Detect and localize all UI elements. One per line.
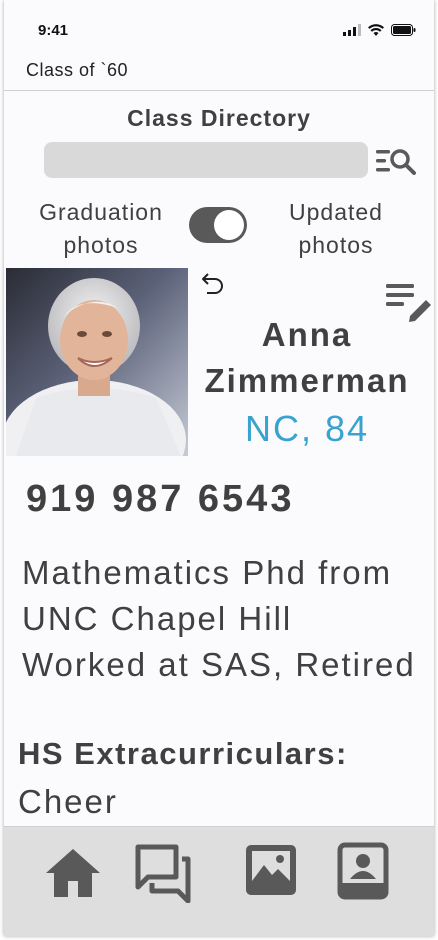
gallery-icon <box>246 845 296 895</box>
tab-home[interactable] <box>42 841 104 903</box>
battery-icon <box>391 24 416 36</box>
nav-title: Class of `60 <box>26 60 129 80</box>
tab-chat[interactable] <box>132 841 194 904</box>
search-button[interactable] <box>374 144 420 178</box>
status-time: 9:41 <box>38 22 69 39</box>
profile-location: NC, 84 <box>244 408 370 449</box>
wifi-icon <box>368 24 384 36</box>
search-list-icon <box>376 149 416 175</box>
extracurriculars-value: Cheer <box>18 783 118 820</box>
profile-photo <box>6 268 188 456</box>
search-input[interactable] <box>44 142 368 178</box>
page-title: Class Directory <box>127 105 311 131</box>
profile-phone[interactable]: 919 987 6543 <box>26 478 294 521</box>
toggle-knob <box>214 210 244 240</box>
phone-frame: 9:41 Class of `60 Class Directory Gradua… <box>4 0 434 936</box>
tab-contacts[interactable] <box>332 841 394 903</box>
undo-icon <box>202 273 223 294</box>
profile-name: Anna Zimmerman <box>204 316 410 399</box>
contacts-book-icon <box>337 842 389 900</box>
tab-bar <box>4 826 434 936</box>
photo-mode-toggle[interactable] <box>189 207 247 243</box>
signal-icon <box>343 24 361 36</box>
status-bar: 9:41 <box>4 0 434 52</box>
navigation-bar: Class of `60 <box>4 52 434 91</box>
profile-bio: Mathematics Phd from UNC Chapel Hill Wor… <box>22 554 416 683</box>
tab-gallery[interactable] <box>240 841 302 903</box>
home-icon <box>46 849 100 897</box>
extracurriculars-label: HS Extracurriculars: <box>18 736 348 771</box>
status-icons <box>343 24 416 36</box>
undo-button[interactable] <box>200 270 226 296</box>
chat-icon <box>135 844 191 904</box>
updated-photos-label: Updated photos <box>289 199 383 258</box>
graduation-photos-label: Graduation photos <box>39 199 163 258</box>
